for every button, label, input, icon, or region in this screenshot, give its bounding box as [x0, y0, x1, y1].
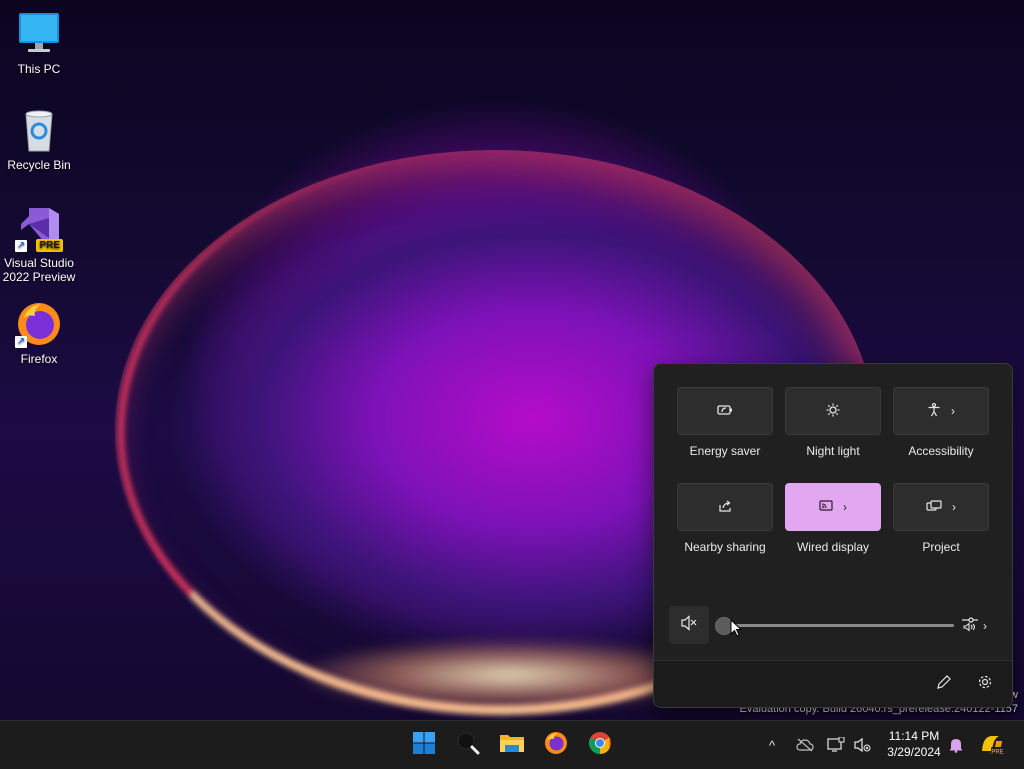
desktop-icon-label: Firefox [20, 352, 58, 366]
tile-night-light: Night light [785, 387, 881, 458]
project-icon [926, 499, 942, 515]
onedrive-icon[interactable] [793, 733, 817, 757]
quick-settings-panel: Energy saver Night light › Accessibility… [653, 363, 1013, 708]
accessibility-icon [927, 402, 941, 420]
accessibility-button[interactable]: › [893, 387, 989, 435]
shortcut-arrow-icon: ↗ [15, 336, 27, 348]
mute-toggle-button[interactable] [669, 606, 709, 644]
tile-accessibility: › Accessibility [893, 387, 989, 458]
edit-quick-settings-button[interactable] [933, 673, 955, 695]
audio-output-button[interactable]: › [961, 614, 1001, 638]
chevron-right-icon: › [983, 619, 987, 633]
tile-project: › Project [893, 483, 989, 554]
desktop-icon-label: Recycle Bin [7, 158, 71, 172]
tile-energy-saver: Energy saver [677, 387, 773, 458]
recycle-bin-icon [15, 106, 63, 154]
copilot-icon[interactable]: PRE [978, 733, 1006, 757]
wired-display-button[interactable]: › [785, 483, 881, 531]
chevron-right-icon[interactable]: › [951, 404, 955, 418]
shortcut-arrow-icon: ↗ [15, 240, 27, 252]
clock-time: 11:14 PM [888, 729, 940, 743]
quick-settings-footer [654, 660, 1012, 707]
volume-muted-icon[interactable] [850, 733, 874, 757]
tile-label: Nearby sharing [684, 540, 766, 554]
tile-label: Project [922, 540, 960, 554]
desktop-icon-recycle-bin[interactable]: Recycle Bin [1, 106, 77, 172]
volume-row: › [669, 604, 999, 644]
show-hidden-icons-icon[interactable]: ^ [760, 733, 784, 757]
search-icon [456, 731, 480, 760]
tile-wired-display: › Wired display [785, 483, 881, 554]
file-explorer-button[interactable] [496, 729, 528, 761]
taskbar-clock[interactable]: 11:14 PM 3/29/2024 [880, 728, 948, 760]
cast-icon [819, 499, 833, 515]
tile-label: Accessibility [908, 444, 974, 458]
energy-saver-icon [717, 404, 733, 419]
start-button[interactable] [408, 729, 440, 761]
file-explorer-icon [499, 731, 525, 760]
pencil-icon [936, 674, 952, 695]
chrome-taskbar-button[interactable] [584, 729, 616, 761]
svg-text:PRE: PRE [991, 750, 1003, 756]
search-button[interactable] [452, 729, 484, 761]
gear-icon [977, 674, 993, 695]
desktop-icon-firefox[interactable]: ↗ Firefox [1, 300, 77, 366]
desktop-icon-this-pc[interactable]: This PC [1, 10, 77, 76]
firefox-icon [544, 731, 568, 760]
audio-output-icon [961, 616, 979, 637]
night-light-button[interactable] [785, 387, 881, 435]
firefox-icon: ↗ [15, 300, 63, 348]
tile-label: Night light [806, 444, 860, 458]
network-icon[interactable] [824, 733, 848, 757]
chevron-right-icon[interactable]: › [952, 500, 956, 514]
desktop-icon-label: Visual Studio 2022 Preview [2, 256, 76, 284]
clock-date: 3/29/2024 [887, 745, 941, 759]
nearby-sharing-button[interactable] [677, 483, 773, 531]
preview-badge: PRE [36, 239, 63, 252]
desktop-icon-visual-studio[interactable]: PRE ↗ Visual Studio 2022 Preview [1, 204, 77, 284]
tile-nearby-sharing: Nearby sharing [677, 483, 773, 554]
tile-label: Energy saver [689, 444, 761, 458]
nearby-sharing-icon [718, 499, 732, 516]
night-light-icon [826, 403, 840, 420]
mouse-cursor-icon [730, 618, 743, 637]
notification-bell-icon[interactable] [944, 733, 968, 757]
chevron-right-icon[interactable]: › [843, 500, 847, 514]
volume-muted-icon [680, 614, 698, 636]
visual-studio-icon: PRE ↗ [15, 204, 63, 252]
project-button[interactable]: › [893, 483, 989, 531]
taskbar: ^ 11:14 PM 3/29/2024 PRE [0, 720, 1024, 769]
start-icon [412, 731, 436, 760]
energy-saver-button[interactable] [677, 387, 773, 435]
desktop-icon-label: This PC [17, 62, 61, 76]
firefox-taskbar-button[interactable] [540, 729, 572, 761]
chrome-icon [588, 731, 612, 760]
monitor-icon [15, 10, 63, 58]
tile-label: Wired display [796, 540, 870, 554]
volume-slider-track[interactable] [721, 624, 954, 627]
all-settings-button[interactable] [974, 673, 996, 695]
